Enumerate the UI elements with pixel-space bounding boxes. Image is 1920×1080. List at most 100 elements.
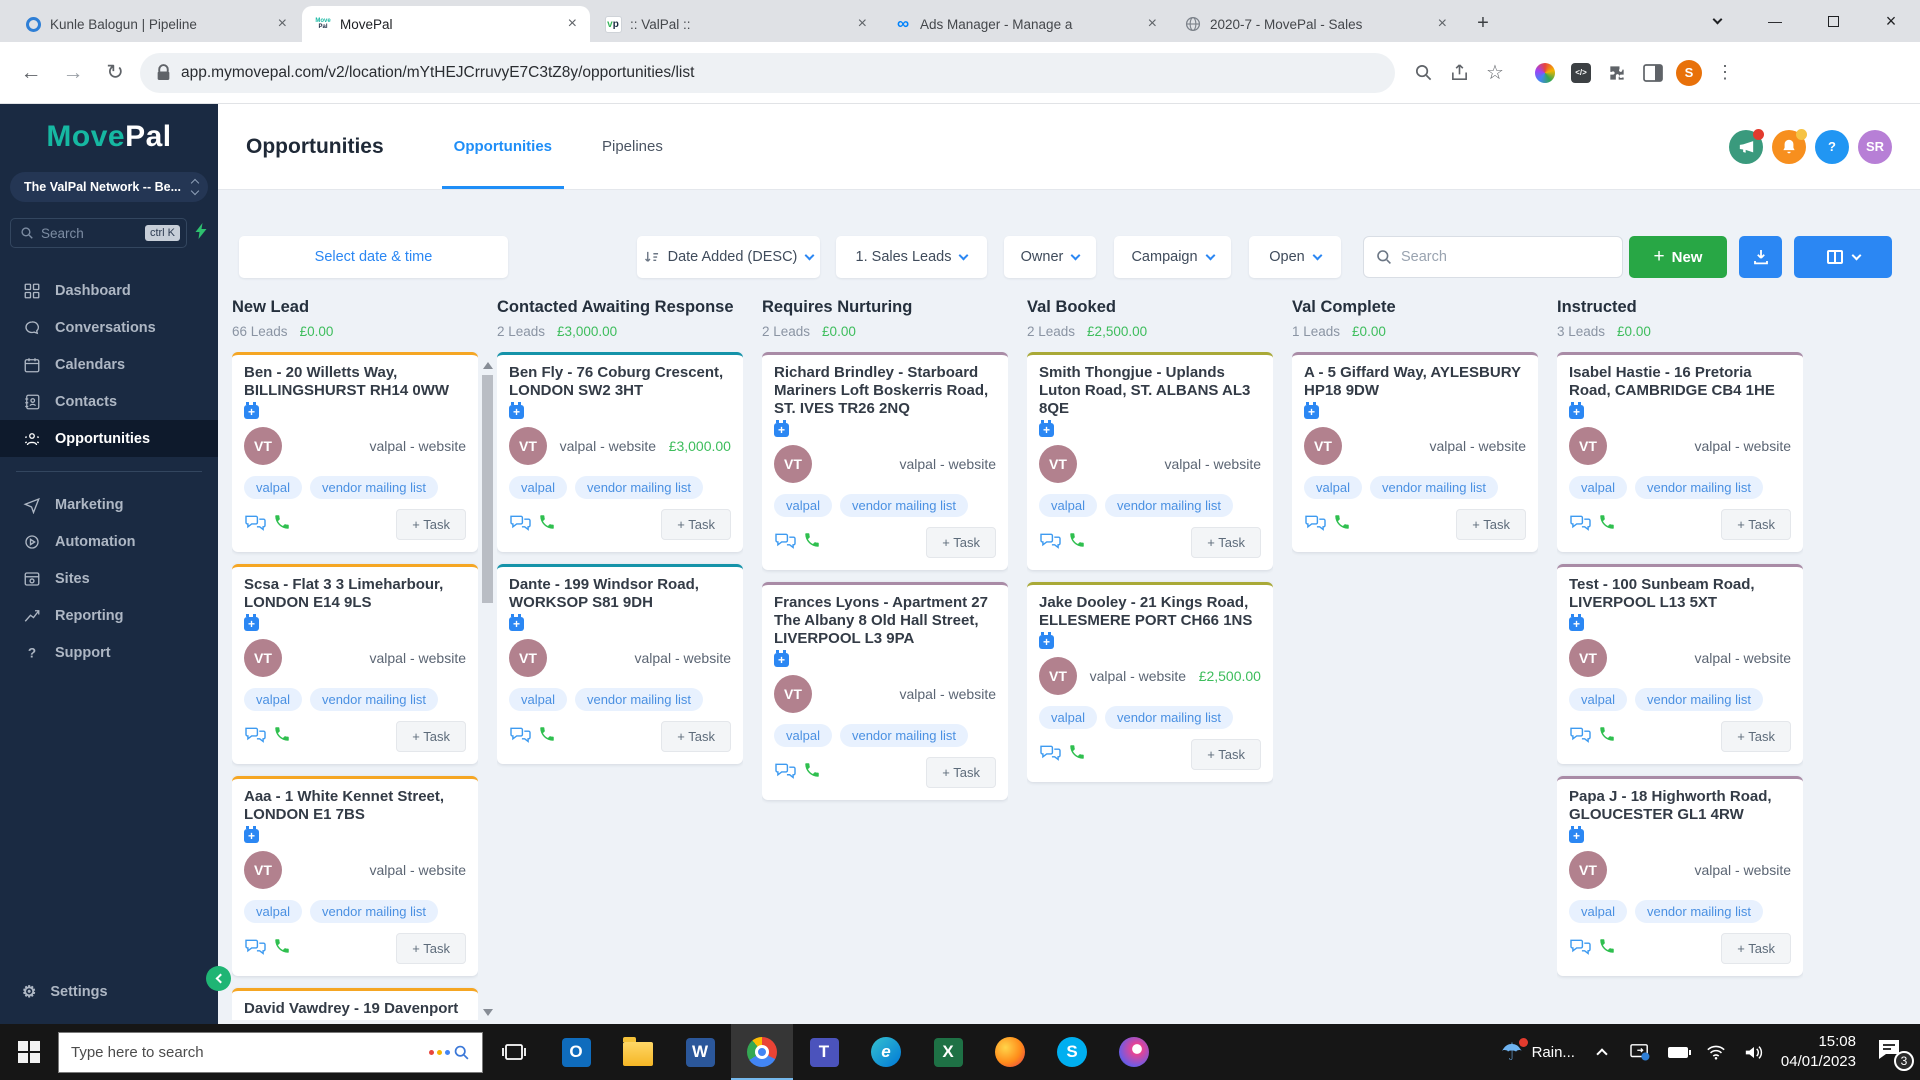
opportunity-card[interactable]: Jake Dooley - 21 Kings Road, ELLESMERE P… — [1027, 582, 1273, 782]
add-task-button[interactable]: + Task — [926, 757, 996, 788]
chat-icon[interactable] — [774, 531, 797, 555]
add-task-button[interactable]: + Task — [1191, 739, 1261, 770]
opportunity-card[interactable]: Ben - 20 Willetts Way, BILLINGSHURST RH1… — [232, 352, 478, 552]
add-task-button[interactable]: + Task — [926, 527, 996, 558]
tag-pill[interactable]: valpal — [1304, 476, 1362, 499]
tab-opportunities[interactable]: Opportunities — [450, 104, 556, 189]
tag-pill[interactable]: valpal — [1039, 706, 1097, 729]
calendar-add-icon[interactable] — [774, 653, 789, 667]
opportunity-card[interactable]: Test - 100 Sunbeam Road, LIVERPOOL L13 5… — [1557, 564, 1803, 764]
help-icon[interactable]: ? — [1815, 130, 1849, 164]
chat-icon[interactable] — [244, 513, 267, 537]
close-tab-icon[interactable]: × — [1143, 15, 1162, 33]
sidebar-item-marketing[interactable]: Marketing — [0, 486, 218, 523]
import-export-button[interactable] — [1739, 236, 1782, 278]
file-explorer-taskbar-icon[interactable] — [607, 1024, 669, 1080]
phone-icon[interactable] — [1333, 513, 1351, 536]
add-task-button[interactable]: + Task — [1721, 721, 1791, 752]
edge-taskbar-icon[interactable]: e — [855, 1024, 917, 1080]
forward-icon[interactable]: → — [56, 56, 90, 90]
extensions-puzzle-icon[interactable] — [1599, 55, 1635, 91]
chrome-taskbar-icon[interactable] — [731, 1024, 793, 1080]
campaign-dropdown[interactable]: Campaign — [1114, 236, 1231, 278]
tab-search-chevron-icon[interactable] — [1688, 0, 1746, 42]
browser-tab[interactable]: MovePalMovePal× — [302, 6, 590, 42]
new-tab-button[interactable]: + — [1468, 8, 1498, 38]
chat-icon[interactable] — [1569, 937, 1592, 961]
sidebar-search-input[interactable]: Search ctrl K — [10, 218, 187, 248]
excel-taskbar-icon[interactable]: X — [917, 1024, 979, 1080]
date-filter-button[interactable]: Select date & time — [239, 236, 508, 278]
task-view-taskbar-icon[interactable] — [483, 1024, 545, 1080]
chat-icon[interactable] — [1304, 513, 1327, 537]
browser-tab[interactable]: 2020-7 - MovePal - Sales× — [1172, 6, 1460, 42]
opportunity-card[interactable]: Smith Thongjue - Uplands Luton Road, ST.… — [1027, 352, 1273, 570]
add-task-button[interactable]: + Task — [1721, 509, 1791, 540]
calendar-add-icon[interactable] — [1039, 635, 1054, 649]
close-tab-icon[interactable]: × — [563, 15, 582, 33]
tag-pill[interactable]: valpal — [1039, 494, 1097, 517]
sidebar-item-reporting[interactable]: Reporting — [0, 597, 218, 634]
opportunity-card[interactable]: Aaa - 1 White Kennet Street, LONDON E1 7… — [232, 776, 478, 976]
add-task-button[interactable]: + Task — [1456, 509, 1526, 540]
chat-icon[interactable] — [1569, 513, 1592, 537]
calendar-add-icon[interactable] — [509, 617, 524, 631]
tag-pill[interactable]: vendor mailing list — [1105, 494, 1233, 517]
calendar-add-icon[interactable] — [774, 423, 789, 437]
chat-icon[interactable] — [1569, 725, 1592, 749]
opportunity-card[interactable]: Isabel Hastie - 16 Pretoria Road, CAMBRI… — [1557, 352, 1803, 552]
action-center-icon[interactable]: 3 — [1876, 1037, 1910, 1067]
location-selector[interactable]: The ValPal Network -- Be... — [10, 172, 208, 202]
sidebar-item-sites[interactable]: Sites — [0, 560, 218, 597]
tag-pill[interactable]: vendor mailing list — [310, 688, 438, 711]
add-task-button[interactable]: + Task — [661, 721, 731, 752]
tag-pill[interactable]: vendor mailing list — [310, 476, 438, 499]
address-bar[interactable]: app.mymovepal.com/v2/location/mYtHEJCrru… — [140, 53, 1395, 93]
sidebar-item-settings[interactable]: ⚙ Settings — [0, 974, 218, 1010]
calendar-add-icon[interactable] — [1039, 423, 1054, 437]
sidebar-item-support[interactable]: ?Support — [0, 634, 218, 671]
share-icon[interactable] — [1441, 55, 1477, 91]
browser-menu-kebab-icon[interactable]: ⋮ — [1707, 55, 1743, 91]
sidebar-item-automation[interactable]: Automation — [0, 523, 218, 560]
phone-icon[interactable] — [538, 513, 556, 536]
tag-pill[interactable]: vendor mailing list — [575, 688, 703, 711]
notifications-bell-icon[interactable] — [1772, 130, 1806, 164]
minimize-button[interactable]: — — [1746, 0, 1804, 42]
phone-icon[interactable] — [1598, 725, 1616, 748]
tag-pill[interactable]: vendor mailing list — [1635, 688, 1763, 711]
wifi-icon[interactable] — [1705, 1041, 1727, 1063]
sidebar-item-contacts[interactable]: Contacts — [0, 383, 218, 420]
tag-pill[interactable]: valpal — [1569, 900, 1627, 923]
quick-actions-bolt-icon[interactable] — [195, 223, 208, 244]
sort-dropdown[interactable]: Date Added (DESC) — [637, 236, 820, 278]
outlook-taskbar-icon[interactable]: O — [545, 1024, 607, 1080]
skype-taskbar-icon[interactable]: S — [1041, 1024, 1103, 1080]
tag-pill[interactable]: vendor mailing list — [1370, 476, 1498, 499]
pipeline-dropdown[interactable]: 1. Sales Leads — [836, 236, 987, 278]
calendar-add-icon[interactable] — [1569, 829, 1584, 843]
tray-expand-chevron-icon[interactable] — [1591, 1041, 1613, 1063]
back-icon[interactable]: ← — [14, 56, 48, 90]
close-tab-icon[interactable]: × — [853, 15, 872, 33]
browser-tab[interactable]: ∞Ads Manager - Manage a× — [882, 6, 1170, 42]
tag-pill[interactable]: vendor mailing list — [1105, 706, 1233, 729]
weather-widget[interactable]: ☂ Rain... — [1501, 1038, 1575, 1067]
sidebar-item-dashboard[interactable]: Dashboard — [0, 272, 218, 309]
maximize-button[interactable] — [1804, 0, 1862, 42]
sidebar-collapse-button[interactable] — [206, 966, 231, 991]
sidebar-item-opportunities[interactable]: Opportunities — [0, 420, 218, 457]
tag-pill[interactable]: valpal — [774, 494, 832, 517]
sidebar-item-calendars[interactable]: Calendars — [0, 346, 218, 383]
clock[interactable]: 15:08 04/01/2023 — [1781, 1032, 1856, 1073]
add-task-button[interactable]: + Task — [396, 721, 466, 752]
chat-icon[interactable] — [244, 725, 267, 749]
calendar-add-icon[interactable] — [1569, 405, 1584, 419]
phone-icon[interactable] — [1068, 531, 1086, 554]
opportunity-card[interactable]: Scsa - Flat 3 3 Limeharbour, LONDON E14 … — [232, 564, 478, 764]
opportunity-card[interactable]: A - 5 Giffard Way, AYLESBURY HP18 9DWVTv… — [1292, 352, 1538, 552]
phone-icon[interactable] — [1598, 513, 1616, 536]
tag-pill[interactable]: vendor mailing list — [1635, 900, 1763, 923]
scroll-down-icon[interactable] — [483, 1009, 493, 1016]
tag-pill[interactable]: valpal — [509, 688, 567, 711]
